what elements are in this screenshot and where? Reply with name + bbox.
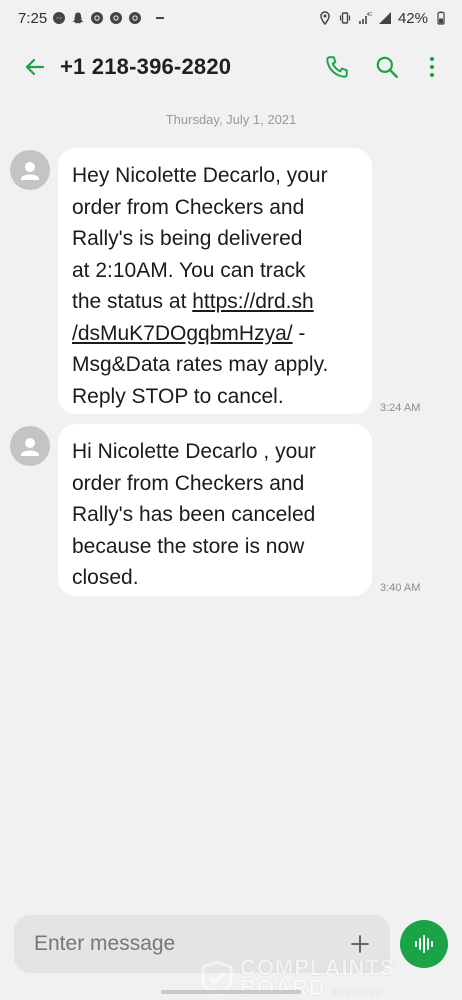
- header-actions: [312, 44, 462, 90]
- back-button[interactable]: [12, 44, 58, 90]
- signal-icon: [378, 11, 392, 25]
- message-line: the status at https://drd.sh: [72, 286, 358, 318]
- message-line: Msg&Data rates may apply.: [72, 353, 329, 376]
- phone-icon: [326, 56, 348, 78]
- avatar[interactable]: [10, 150, 50, 190]
- more-notifications-icon: [153, 11, 167, 25]
- message-bubble[interactable]: Hi Nicolette Decarlo , your order from C…: [58, 424, 372, 596]
- snapchat-icon: [71, 11, 85, 25]
- conversation-header: +1 218-396-2820: [0, 44, 462, 90]
- battery-icon: [434, 11, 448, 25]
- message-line: because the store is now: [72, 534, 305, 558]
- location-icon: [318, 11, 332, 25]
- home-indicator[interactable]: [161, 990, 301, 994]
- person-icon: [21, 438, 39, 456]
- person-icon: [21, 162, 39, 180]
- watermark-line3: RESOLVED: [331, 989, 383, 998]
- status-left: 7:25: [18, 10, 167, 27]
- more-vert-icon: [430, 57, 434, 77]
- message-line: Hi Nicolette Decarlo , your: [72, 440, 316, 463]
- message-line: at 2:10AM. You can track: [72, 258, 306, 282]
- tracking-link[interactable]: https://drd.sh: [192, 290, 313, 313]
- message-line: /dsMuK7DOgqbmHzya/ -: [72, 318, 358, 350]
- message-bubble[interactable]: Hey Nicolette Decarlo, your order from C…: [58, 148, 372, 414]
- avatar[interactable]: [10, 426, 50, 466]
- status-time: 7:25: [18, 9, 48, 27]
- message-line: order from Checkers and: [72, 195, 305, 219]
- call-button[interactable]: [312, 44, 362, 90]
- search-button[interactable]: [362, 44, 412, 90]
- status-bar: 7:25 4G 42%: [0, 0, 462, 36]
- message-line: Rally's has been canceled: [72, 503, 316, 526]
- message-time: 3:24 AM: [380, 402, 421, 414]
- back-arrow-icon: [25, 58, 45, 76]
- message-line: Hey Nicolette Decarlo, your: [72, 164, 328, 187]
- message-line: order from Checkers and: [72, 471, 305, 495]
- message-text: the status at: [72, 290, 193, 313]
- chrome-icon: [109, 11, 123, 25]
- add-icon: [351, 935, 369, 953]
- watermark-line2: BOARD: [240, 975, 326, 1000]
- message-text: -: [292, 321, 306, 345]
- message-line: closed.: [72, 566, 139, 589]
- message-input[interactable]: [34, 932, 284, 956]
- vibrate-icon: [338, 11, 352, 25]
- search-icon: [376, 56, 398, 78]
- contact-title[interactable]: +1 218-396-2820: [60, 54, 231, 80]
- chrome-icon: [90, 11, 104, 25]
- voice-icon: [415, 935, 433, 953]
- date-separator: Thursday, July 1, 2021: [165, 112, 297, 127]
- wifi-icon: 4G: [358, 11, 372, 25]
- more-options-button[interactable]: [412, 44, 452, 90]
- chrome-icon: [128, 11, 142, 25]
- tracking-link-cont[interactable]: /dsMuK7DOgqbmHzya/: [72, 322, 293, 345]
- status-right: 4G 42%: [318, 10, 448, 27]
- watermark-row2: BOARD RESOLVED: [240, 975, 395, 1000]
- message-line: Reply STOP to cancel.: [72, 384, 284, 408]
- message-line: Rally's is being delivered: [72, 227, 303, 250]
- messenger-icon: [52, 11, 66, 25]
- voice-message-button[interactable]: [400, 920, 448, 968]
- svg-text:4G: 4G: [366, 12, 372, 18]
- message-time: 3:40 AM: [380, 582, 421, 594]
- battery-percent: 42%: [397, 9, 428, 27]
